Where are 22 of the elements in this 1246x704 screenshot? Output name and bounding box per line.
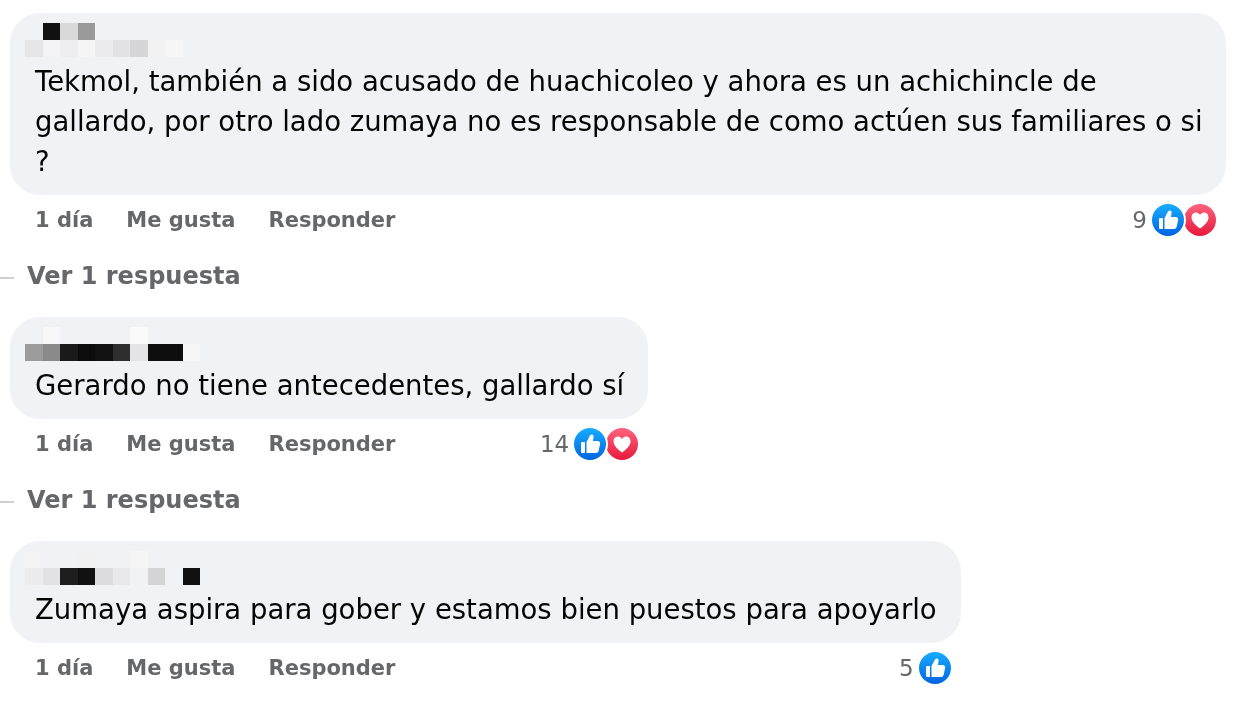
reply-button[interactable]: Responder bbox=[268, 656, 396, 680]
comment-text: Zumaya aspira para gober y estamos bien puestos para apoyarlo bbox=[35, 592, 937, 627]
like-button[interactable]: Me gusta bbox=[126, 432, 236, 456]
view-replies-button[interactable]: Ver 1 respuesta bbox=[27, 262, 241, 290]
thumbs-up-icon bbox=[916, 650, 953, 686]
reply-button[interactable]: Responder bbox=[268, 208, 396, 232]
thumbs-up-icon bbox=[572, 426, 609, 462]
reaction-count: 14 bbox=[539, 431, 570, 457]
like-button[interactable]: Me gusta bbox=[126, 656, 236, 680]
comment-text: Gerardo no tiene antecedentes, gallardo sí bbox=[35, 368, 625, 403]
thumbs-up-icon bbox=[1150, 202, 1186, 238]
thread-connector bbox=[0, 276, 14, 279]
reply-button[interactable]: Responder bbox=[268, 432, 396, 456]
reaction-count: 9 bbox=[1132, 207, 1147, 233]
timestamp-link[interactable]: 1 día bbox=[35, 656, 94, 680]
view-replies-button[interactable]: Ver 1 respuesta bbox=[27, 486, 241, 514]
thread-connector bbox=[0, 500, 14, 503]
reaction-count: 5 bbox=[899, 655, 914, 681]
like-button[interactable]: Me gusta bbox=[126, 208, 236, 232]
timestamp-link[interactable]: 1 día bbox=[35, 208, 94, 232]
timestamp-link[interactable]: 1 día bbox=[35, 432, 94, 456]
comment-text: Tekmol, también a sido acusado de huachicoleo y ahora es un achichincle de gallardo, por otro lado zumaya no es responsable de como actúen sus familiares o si ? bbox=[35, 64, 1202, 179]
